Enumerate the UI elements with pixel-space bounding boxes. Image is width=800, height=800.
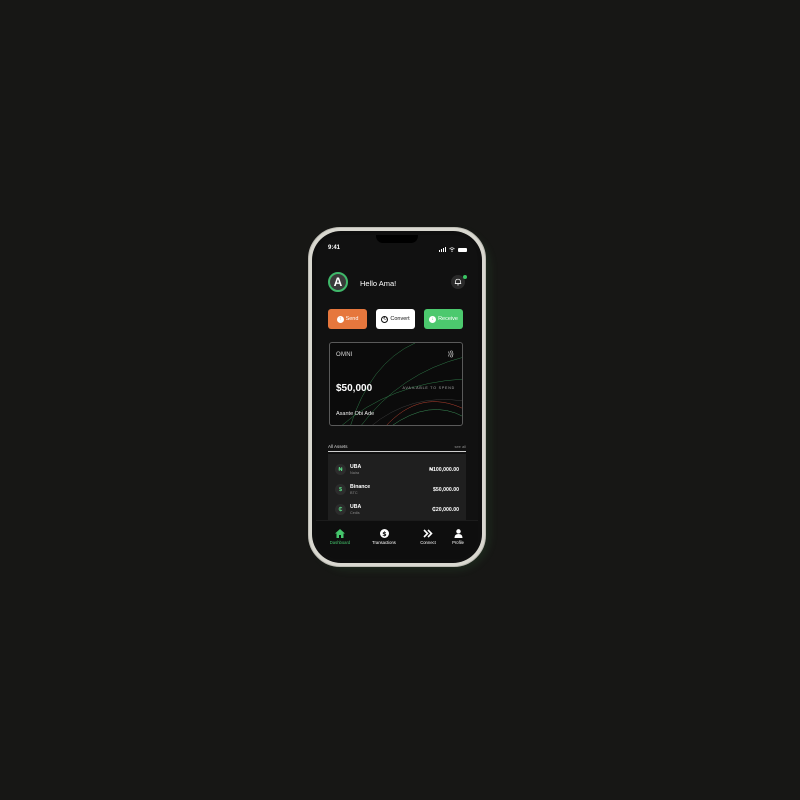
app-screen: 9:41 A Hello Ama! ↑ Send ⟲ Convert ↓ Rec…: [316, 235, 478, 559]
list-item[interactable]: ₦ UBA Naira ₦100,000.00: [328, 461, 466, 479]
nav-transactions[interactable]: $ Transactions: [366, 529, 402, 545]
divider: [328, 451, 466, 452]
notifications-button[interactable]: [451, 275, 467, 289]
notch: [376, 235, 418, 243]
convert-label: Convert: [390, 316, 410, 322]
dollar-circle-icon: $: [379, 529, 389, 538]
see-all-link[interactable]: see all: [454, 444, 466, 449]
nav-profile[interactable]: Profile: [440, 529, 476, 545]
nav-connect-label: Connect: [420, 540, 436, 545]
greeting-text: Hello Ama!: [360, 279, 397, 288]
nav-transactions-label: Transactions: [372, 540, 396, 545]
list-item[interactable]: ₵ UBA Cedis ₵20,000.00: [328, 501, 466, 519]
battery-icon: [458, 248, 467, 252]
receive-label: Receive: [438, 316, 458, 322]
status-time: 9:41: [328, 245, 341, 251]
asset-name: UBA: [350, 504, 362, 510]
status-icons: [439, 246, 467, 252]
user-icon: [453, 529, 463, 538]
svg-text:$: $: [382, 531, 386, 538]
asset-currency: Naira: [350, 470, 360, 475]
asset-amount: $50,000.00: [433, 487, 459, 493]
asset-name: Binance: [350, 484, 371, 490]
card-balance: $50,000: [336, 383, 373, 394]
cedi-icon: ₵: [335, 504, 346, 515]
card-brand: OMNI: [336, 352, 353, 358]
signal-icon: [439, 247, 446, 252]
asset-amount: ₵20,000.00: [432, 507, 459, 513]
wifi-icon: [449, 247, 455, 252]
available-label: AVAILABLE TO SPEND: [402, 386, 455, 390]
double-chevron-icon: [423, 529, 433, 538]
home-icon: [335, 529, 345, 538]
asset-amount: ₦100,000.00: [429, 467, 459, 473]
send-button[interactable]: ↑ Send: [328, 309, 367, 329]
naira-icon: ₦: [335, 464, 346, 475]
bottom-nav: Dashboard $ Transactions Connect Profile: [316, 520, 478, 559]
contactless-icon: [448, 350, 454, 358]
convert-icon: ⟲: [381, 315, 389, 323]
asset-currency: Cedis: [350, 510, 360, 515]
assets-heading: All Assets: [328, 444, 348, 449]
nav-dashboard-label: Dashboard: [329, 540, 351, 545]
asset-name: UBA: [350, 464, 362, 470]
notification-dot: [463, 275, 467, 279]
bell-icon: [454, 278, 462, 286]
send-label: Send: [345, 316, 359, 322]
receive-button[interactable]: ↓ Receive: [424, 309, 463, 329]
phone-frame: 9:41 A Hello Ama! ↑ Send ⟲ Convert ↓ Rec…: [308, 227, 486, 567]
avatar[interactable]: A: [328, 272, 348, 292]
phone-bezel: 9:41 A Hello Ama! ↑ Send ⟲ Convert ↓ Rec…: [312, 231, 482, 563]
card-holder-name: Asante Obi Ade: [336, 411, 375, 417]
dollar-icon: $: [335, 484, 346, 495]
balance-card[interactable]: OMNI $50,000 AVAILABLE TO SPEND Asante O…: [329, 342, 463, 426]
nav-dashboard[interactable]: Dashboard: [322, 529, 358, 545]
list-item[interactable]: $ Binance BTC $50,000.00: [328, 481, 466, 499]
convert-button[interactable]: ⟲ Convert: [376, 309, 415, 329]
asset-currency: BTC: [350, 490, 358, 495]
arrow-down-icon: ↓: [429, 315, 437, 323]
nav-profile-label: Profile: [452, 540, 464, 545]
arrow-up-icon: ↑: [336, 315, 344, 323]
